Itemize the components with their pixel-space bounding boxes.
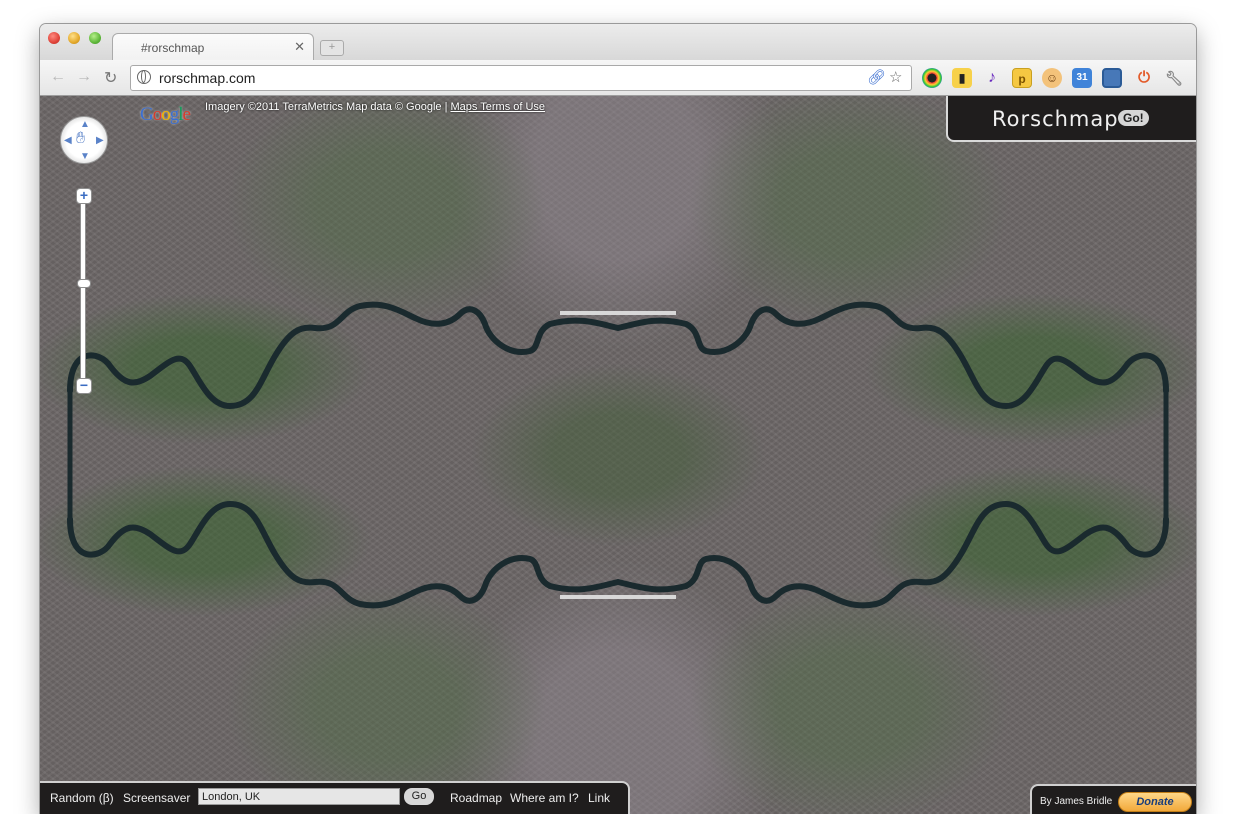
location-go-button[interactable]: Go [404,788,434,805]
map-attribution: Imagery ©2011 TerraMetrics Map data © Go… [205,101,545,113]
location-input[interactable] [198,788,400,805]
browser-window: #rorschmap ✕ + ← → ↻ rorschmap.com 🔗︎ ☆ … [40,24,1196,814]
minimize-window-button[interactable] [68,32,80,44]
random-link[interactable]: Random (β) [50,791,114,805]
donate-button[interactable]: Donate [1118,792,1192,812]
google-logo: Google [140,104,191,125]
zoom-slider-handle[interactable] [77,279,91,288]
color-wheel-icon[interactable] [922,68,942,88]
forward-icon[interactable]: → [76,68,92,86]
link-link[interactable]: Link [588,791,610,805]
terms-link[interactable]: Maps Terms of Use [451,101,546,113]
zoom-slider-track[interactable] [80,196,86,391]
power-icon[interactable]: ⏻ [1134,68,1154,88]
address-bar[interactable]: rorschmap.com 🔗︎ ☆ [130,65,912,91]
zoom-window-button[interactable] [89,32,101,44]
close-window-button[interactable] [48,32,60,44]
zoom-out-button[interactable]: − [76,378,92,394]
brand-go-button[interactable]: Go! [1118,110,1149,126]
wrench-icon[interactable]: 🔧︎ [1164,68,1184,88]
brand-title: Rorschmap [992,107,1119,131]
tab-close-icon[interactable]: ✕ [294,39,305,55]
hand-icon: ✋︎ [76,130,86,147]
window-icon[interactable] [1102,68,1122,88]
tab-strip: #rorschmap ✕ + [40,24,1196,61]
pan-up-icon[interactable]: ▲ [80,119,90,130]
attribution-text: Imagery ©2011 TerraMetrics Map data © Go… [205,101,451,113]
face-icon[interactable]: ☺ [1042,68,1062,88]
link-icon[interactable]: 🔗︎ [867,68,886,86]
river-thames-mirrored [67,301,1169,609]
star-icon[interactable]: ☆ [889,68,902,86]
credits-panel: By James Bridle Donate [1030,784,1196,814]
pan-left-icon[interactable]: ◀ [64,135,72,146]
phone-icon[interactable]: ▮ [952,68,972,88]
pan-right-icon[interactable]: ▶ [96,135,104,146]
reload-icon[interactable]: ↻ [104,68,117,88]
tab-title: #rorschmap [141,41,205,55]
rorschmap-panel: Rorschmap Go! [946,96,1196,142]
browser-toolbar: ← → ↻ rorschmap.com 🔗︎ ☆ ▮ ♪ p ☺ 31 ⏻ 🔧︎ [40,60,1196,96]
zoom-in-button[interactable]: + [76,188,92,204]
pan-down-icon[interactable]: ▼ [80,151,90,162]
p-icon[interactable]: p [1012,68,1032,88]
where-am-i-link[interactable]: Where am I? [510,791,579,805]
screensaver-link[interactable]: Screensaver [123,791,190,805]
bottom-toolbar: Random (β) Screensaver Go Roadmap Where … [40,781,630,814]
author-credit[interactable]: By James Bridle [1040,796,1112,807]
new-tab-button[interactable]: + [320,40,344,56]
tab-rorschmap[interactable]: #rorschmap ✕ [112,33,314,61]
satellite-map[interactable]: Google Imagery ©2011 TerraMetrics Map da… [40,96,1196,814]
music-icon[interactable]: ♪ [982,68,1002,88]
pan-control[interactable]: ▲ ▼ ◀ ▶ ✋︎ [60,116,108,164]
back-icon[interactable]: ← [50,68,66,86]
globe-icon [137,70,151,84]
url-text: rorschmap.com [159,70,256,86]
roadmap-link[interactable]: Roadmap [450,791,502,805]
calendar-icon[interactable]: 31 [1072,68,1092,88]
